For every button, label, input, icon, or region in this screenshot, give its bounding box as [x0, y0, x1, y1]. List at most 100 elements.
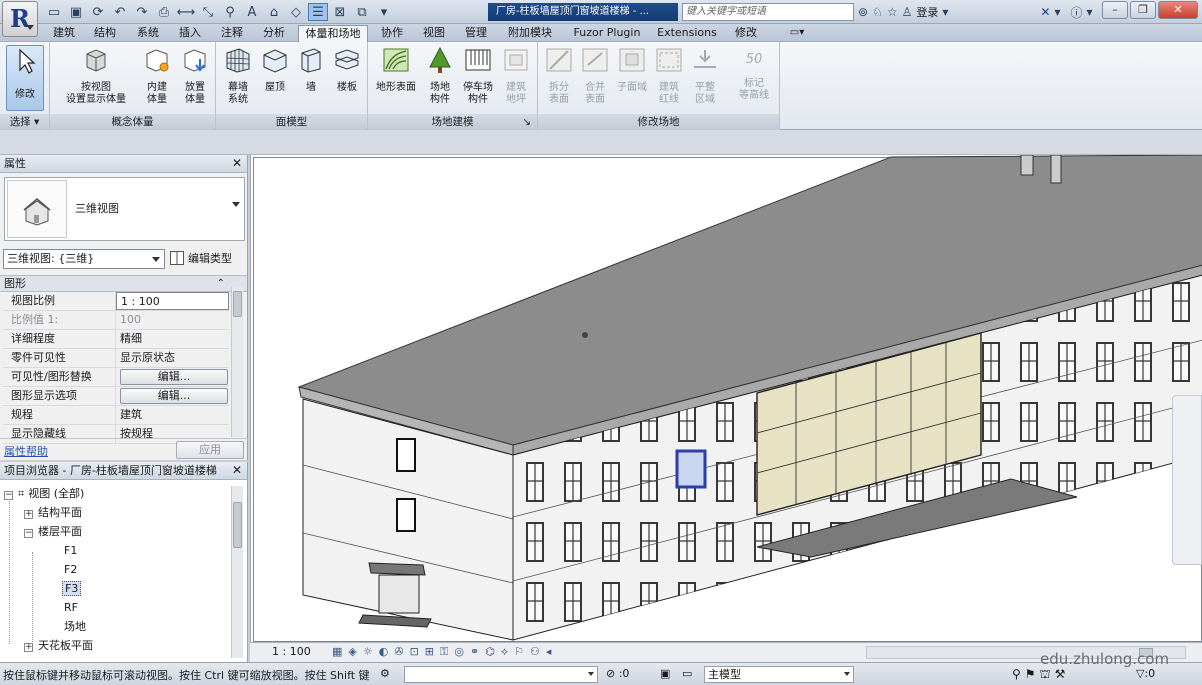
- parking-component-button[interactable]: 停车场 构件: [458, 45, 498, 106]
- tab-fuzor-plugin[interactable]: Fuzor Plugin: [568, 25, 646, 42]
- graphic-display-edit-button[interactable]: 编辑...: [120, 388, 228, 404]
- detail-level-icon[interactable]: ▦: [332, 645, 342, 659]
- graded-region-button[interactable]: 平整 区域: [688, 45, 722, 106]
- dimension-icon[interactable]: ⤡: [198, 3, 218, 21]
- discipline-value[interactable]: 建筑: [116, 406, 229, 424]
- save-icon[interactable]: ▣: [66, 3, 86, 21]
- tree-item-f3[interactable]: F3: [62, 581, 82, 597]
- merge-surfaces-button[interactable]: 合并 表面: [578, 45, 612, 106]
- close-browser-icon[interactable]: ✕: [232, 462, 242, 479]
- view-scale-control[interactable]: 1 : 100: [272, 645, 311, 658]
- worksharing-icon[interactable]: ⌬: [485, 645, 495, 659]
- favorites-icon[interactable]: ☆: [887, 5, 898, 19]
- modify-button[interactable]: 修改: [6, 45, 44, 111]
- open-icon[interactable]: ▭: [44, 3, 64, 21]
- site-component-button[interactable]: 场地 构件: [422, 45, 458, 106]
- temp-hide-icon[interactable]: ◎: [454, 645, 464, 659]
- tag-icon[interactable]: ⚲: [220, 3, 240, 21]
- properties-help-link[interactable]: 属性帮助: [4, 443, 48, 459]
- filter-status[interactable]: ▽:0: [1136, 667, 1155, 680]
- panel-title-select[interactable]: 选择 ▾: [0, 114, 49, 130]
- group-graphics[interactable]: 图形 ⌃: [0, 275, 247, 292]
- site-settings-icon[interactable]: ↘: [522, 114, 531, 130]
- help-dropdown-icon[interactable]: ▾: [1087, 5, 1093, 19]
- wall-by-face-button[interactable]: 墙: [294, 45, 328, 94]
- inplace-mass-button[interactable]: 内建 体量: [140, 45, 174, 106]
- building-pad-button[interactable]: 建筑 地坪: [500, 45, 532, 106]
- tab-architecture[interactable]: 建筑: [50, 25, 78, 42]
- collapse-icon[interactable]: −: [4, 491, 13, 500]
- label-contours-button[interactable]: 50 标记 等高线: [734, 45, 774, 102]
- tab-massing-site[interactable]: 体量和场地: [298, 25, 368, 42]
- worksets-icon[interactable]: ⚙: [380, 667, 390, 680]
- tree-item-structural-plans[interactable]: + 结构平面: [24, 505, 82, 521]
- browser-scroll-thumb[interactable]: [233, 502, 242, 548]
- sync-icon[interactable]: ⟳: [88, 3, 108, 21]
- help-icon[interactable]: ⓘ: [1070, 4, 1082, 21]
- restore-button[interactable]: ❐: [1130, 1, 1156, 19]
- show-crop-icon[interactable]: ⊞: [425, 645, 434, 659]
- status-select-icons[interactable]: ⚲⚑⛫⚒: [1012, 667, 1069, 683]
- place-mass-button[interactable]: 放置 体量: [178, 45, 212, 106]
- tab-addins[interactable]: 附加模块: [504, 25, 556, 42]
- tab-analyze[interactable]: 分析: [260, 25, 288, 42]
- exchange-icon[interactable]: ✕: [1040, 5, 1050, 19]
- roof-by-face-button[interactable]: 屋顶: [258, 45, 292, 94]
- tab-manage[interactable]: 管理: [462, 25, 490, 42]
- scroll-left-icon[interactable]: ◂: [546, 645, 552, 659]
- visual-style-icon[interactable]: ◈: [348, 645, 356, 659]
- highlighted-window[interactable]: [675, 449, 707, 489]
- tab-view[interactable]: 视图: [420, 25, 448, 42]
- properties-scrollbar[interactable]: [231, 287, 243, 437]
- thin-lines-icon[interactable]: ☰: [308, 3, 328, 21]
- text-icon[interactable]: A: [242, 3, 262, 21]
- tab-modify[interactable]: 修改: [732, 25, 760, 42]
- collapse-icon[interactable]: −: [24, 529, 33, 538]
- tree-item-site[interactable]: 场地: [64, 619, 86, 635]
- tab-extensions[interactable]: Extensions: [654, 25, 720, 42]
- tree-item-f2[interactable]: F2: [64, 562, 77, 578]
- redo-icon[interactable]: ↷: [132, 3, 152, 21]
- tab-annotate[interactable]: 注释: [218, 25, 246, 42]
- type-selector[interactable]: 三维视图: [4, 177, 245, 241]
- tab-systems[interactable]: 系统: [134, 25, 162, 42]
- tree-item-rf[interactable]: RF: [64, 600, 78, 616]
- tab-collaborate[interactable]: 协作: [378, 25, 406, 42]
- curtain-system-button[interactable]: 幕墙 系统: [220, 45, 256, 106]
- constraints-icon[interactable]: ⚇: [530, 645, 540, 659]
- expand-icon[interactable]: +: [24, 643, 33, 652]
- user-icon[interactable]: ♙: [902, 5, 913, 19]
- collapse-group-icon[interactable]: ⌃: [217, 276, 225, 291]
- close-properties-icon[interactable]: ✕: [232, 155, 242, 172]
- tab-insert[interactable]: 插入: [176, 25, 204, 42]
- reveal-hidden-icon[interactable]: ⚭: [470, 645, 479, 659]
- analysis-icon[interactable]: ⟡: [501, 645, 508, 659]
- edit-type-button[interactable]: 编辑类型: [170, 250, 232, 268]
- expand-icon[interactable]: +: [24, 510, 33, 519]
- split-surface-button[interactable]: 拆分 表面: [542, 45, 576, 106]
- show-mass-button[interactable]: 按视图 设置显示体量: [58, 45, 134, 106]
- tree-item-ceiling-plans[interactable]: + 天花板平面: [24, 638, 93, 654]
- parts-visibility-value[interactable]: 显示原状态: [116, 349, 229, 367]
- subregion-button[interactable]: 子面域: [614, 45, 650, 94]
- exchange-dropdown-icon[interactable]: ▾: [1054, 5, 1060, 19]
- navigation-bar[interactable]: [1172, 395, 1202, 565]
- toposurface-button[interactable]: 地形表面: [372, 45, 420, 94]
- 3d-viewport[interactable]: – ❐ ✕: [250, 155, 1202, 642]
- design-option-dropdown[interactable]: 主模型: [704, 666, 854, 683]
- view-scale-input[interactable]: 1 : 100: [116, 292, 229, 310]
- shadows-icon[interactable]: ◐: [379, 645, 389, 659]
- switch-windows-icon[interactable]: ⧉: [352, 3, 372, 21]
- unlock-view-icon[interactable]: ⚿: [440, 645, 448, 659]
- login-dropdown-icon[interactable]: ▾: [942, 5, 948, 19]
- subscription-icon[interactable]: ♘: [872, 5, 883, 19]
- workset-dropdown[interactable]: [404, 666, 598, 683]
- search-input[interactable]: 键入关键字或短语: [682, 3, 854, 21]
- close-hidden-icon[interactable]: ⊠: [330, 3, 350, 21]
- sun-path-icon[interactable]: ☼: [363, 645, 373, 659]
- highlight-displacement-icon[interactable]: ⚐: [514, 645, 524, 659]
- property-line-button[interactable]: 建筑 红线: [652, 45, 686, 106]
- minimize-button[interactable]: –: [1102, 1, 1128, 19]
- customize-qat-icon[interactable]: ▾: [374, 3, 394, 21]
- measure-icon[interactable]: ⟷: [176, 3, 196, 21]
